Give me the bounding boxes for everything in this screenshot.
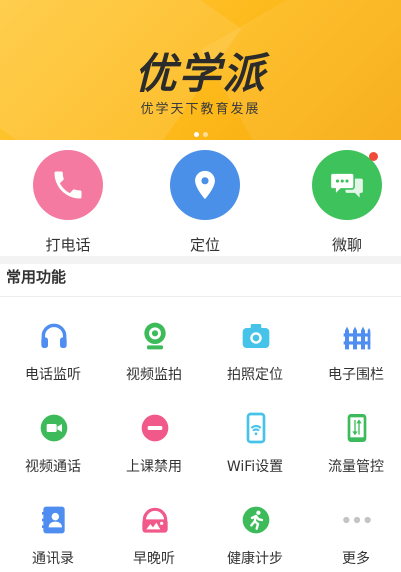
more-dots-icon	[341, 504, 373, 536]
feature-more[interactable]: 更多	[306, 492, 401, 572]
feature-phone-monitor[interactable]: 电话监听	[3, 308, 103, 398]
feature-label: 视频监拍	[126, 367, 182, 383]
feature-label: 上课禁用	[126, 459, 182, 475]
feature-label: 更多	[342, 551, 370, 567]
brand-slogan: 优学天下教育发展	[140, 102, 261, 117]
feature-label: 视频通话	[25, 459, 81, 475]
carousel-dot[interactable]	[202, 132, 208, 137]
quick-actions: 打电话 定位 微聊	[0, 140, 401, 256]
camera-icon	[240, 320, 272, 352]
locate-button[interactable]: 定位	[155, 150, 255, 254]
locate-label: 定位	[189, 236, 220, 254]
unread-dot	[369, 152, 378, 161]
feature-label: 早晚听	[133, 551, 175, 567]
call-label: 打电话	[45, 236, 91, 254]
carousel-dot[interactable]	[193, 132, 199, 137]
no-entry-icon	[139, 412, 171, 444]
video-call-icon	[38, 412, 70, 444]
feature-step-counter[interactable]: 健康计步	[205, 492, 305, 572]
section-divider-line	[0, 296, 401, 297]
data-traffic-icon	[341, 412, 373, 444]
feature-video-call[interactable]: 视频通话	[3, 400, 103, 490]
location-pin-icon	[170, 150, 240, 220]
webcam-icon	[139, 320, 171, 352]
contacts-icon	[38, 504, 70, 536]
fence-icon	[341, 320, 373, 352]
feature-class-mode[interactable]: 上课禁用	[104, 400, 204, 490]
brand-logo-text: 优学派	[134, 49, 267, 98]
section-title: 常用功能	[6, 268, 67, 286]
feature-label: 通讯录	[32, 551, 74, 567]
call-button[interactable]: 打电话	[18, 150, 118, 254]
carousel-indicator	[0, 122, 401, 140]
feature-label: 流量管控	[328, 459, 384, 475]
feature-morning-evening-listen[interactable]: 早晚听	[104, 492, 204, 572]
feature-label: 电子围栏	[328, 367, 384, 383]
feature-video-monitor[interactable]: 视频监拍	[104, 308, 204, 398]
feature-contacts[interactable]: 通讯录	[3, 492, 103, 572]
section-divider	[0, 256, 401, 264]
runner-icon	[240, 504, 272, 536]
wifi-phone-icon	[240, 412, 272, 444]
feature-label: 健康计步	[227, 551, 283, 567]
feature-label: 拍照定位	[227, 367, 283, 383]
feature-photo-locate[interactable]: 拍照定位	[205, 308, 305, 398]
chat-button[interactable]: 微聊	[297, 150, 397, 254]
feature-geofence[interactable]: 电子围栏	[306, 308, 401, 398]
chat-label: 微聊	[331, 236, 362, 254]
feature-label: WiFi设置	[226, 459, 284, 475]
phone-icon	[33, 150, 103, 220]
top-banner[interactable]: 优学派 优学天下教育发展	[0, 0, 401, 140]
feature-wifi-settings[interactable]: WiFi设置	[205, 400, 305, 490]
headphones-icon	[38, 320, 70, 352]
feature-data-control[interactable]: 流量管控	[306, 400, 401, 490]
radio-headset-icon	[139, 504, 171, 536]
feature-label: 电话监听	[25, 367, 81, 383]
